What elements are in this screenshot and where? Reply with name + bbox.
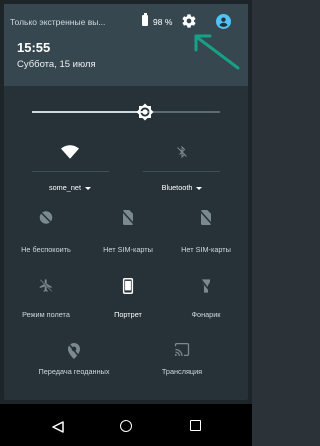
cast-label: Трансляция — [161, 367, 203, 376]
wifi-icon — [61, 145, 79, 159]
tile-sim2[interactable]: Нет SIM-карты — [164, 210, 248, 260]
clock-date: Суббота, 15 июля — [17, 59, 96, 70]
battery-icon — [142, 13, 148, 26]
tile-wifi[interactable]: some_net — [28, 141, 112, 197]
bluetooth-text: Bluetooth — [161, 183, 193, 192]
airplane-label: Режим полета — [22, 310, 70, 319]
tile-airplane-mode[interactable]: Режим полета — [4, 278, 88, 328]
airplane-off-icon — [39, 279, 53, 292]
home-icon[interactable] — [120, 420, 132, 432]
battery-level: 98 % — [153, 17, 173, 27]
sim2-label: Нет SIM-карты — [181, 245, 231, 254]
tile-cast[interactable]: Трансляция — [122, 343, 242, 383]
tile-flashlight[interactable]: Фонарик — [164, 278, 248, 328]
wifi-divider — [32, 171, 109, 172]
tile-bluetooth[interactable]: Bluetooth — [140, 141, 224, 197]
no-sim-icon — [199, 210, 213, 225]
wifi-network-name: some_net — [48, 183, 82, 192]
settings-gear-icon[interactable] — [181, 13, 197, 29]
back-icon[interactable] — [52, 421, 64, 433]
location-off-icon — [68, 343, 80, 359]
clock-time: 15:55 — [17, 40, 51, 55]
brightness-slider-fill — [32, 111, 145, 113]
portrait-label: Портрет — [114, 310, 142, 319]
panel-header: Только экстренные вы... 98 % 15:55 Суббо… — [4, 4, 248, 86]
bluetooth-dropdown-icon[interactable] — [196, 186, 203, 190]
recent-apps-icon[interactable] — [190, 420, 201, 431]
location-label: Передача геоданных — [38, 367, 110, 376]
user-avatar-icon[interactable] — [216, 14, 231, 29]
wifi-label[interactable]: some_net — [28, 183, 112, 192]
wifi-dropdown-icon[interactable] — [85, 186, 92, 190]
annotation-arrow-icon — [194, 34, 240, 70]
tile-do-not-disturb[interactable]: Не беспокоить — [4, 210, 88, 260]
bluetooth-divider — [143, 171, 220, 172]
flashlight-label: Фонарик — [191, 310, 221, 319]
status-notice: Только экстренные вы... — [10, 17, 106, 27]
flashlight-off-icon — [200, 278, 212, 294]
tile-portrait[interactable]: Портрет — [86, 278, 170, 328]
cast-icon — [174, 343, 190, 356]
sim1-label: Нет SIM-карты — [103, 245, 153, 254]
tile-sim1[interactable]: Нет SIM-карты — [86, 210, 170, 260]
portrait-rotation-icon — [122, 278, 134, 294]
dnd-label: Не беспокоить — [21, 245, 71, 254]
bluetooth-off-icon — [177, 145, 187, 159]
quick-settings-panel: Только экстренные вы... 98 % 15:55 Суббо… — [4, 4, 248, 400]
bluetooth-label[interactable]: Bluetooth — [140, 183, 224, 192]
do-not-disturb-off-icon — [39, 211, 53, 224]
tile-location[interactable]: Передача геоданных — [14, 343, 134, 383]
no-sim-icon — [121, 210, 135, 225]
brightness-sun-icon[interactable] — [136, 103, 154, 121]
